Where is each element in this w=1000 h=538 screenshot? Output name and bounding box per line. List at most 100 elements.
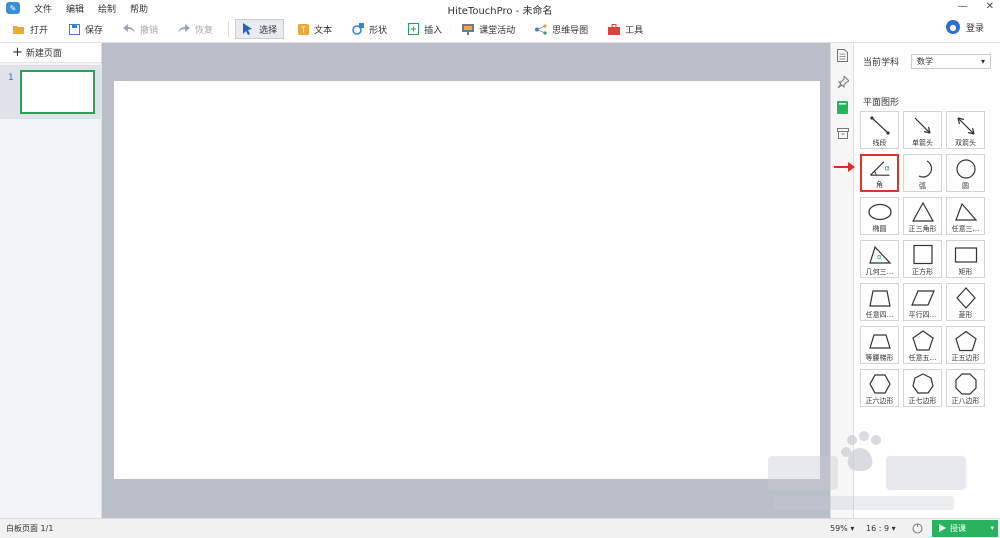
shape-rhombus[interactable]: 菱形: [946, 283, 985, 321]
shape-any-triangle[interactable]: 任意三...: [946, 197, 985, 235]
shape-square[interactable]: 正方形: [903, 240, 942, 278]
present-button[interactable]: 授课 ▾: [932, 520, 998, 537]
shape-label: 正三角形: [908, 225, 937, 233]
shape-arc[interactable]: 弧: [903, 154, 942, 192]
subject-label: 当前学科: [863, 58, 900, 68]
subject-select[interactable]: 数学 ▾: [911, 54, 992, 69]
shape-segment[interactable]: 线段: [860, 111, 899, 149]
trapezoid-icon: [868, 334, 891, 349]
menu-edit[interactable]: 编辑: [66, 2, 84, 15]
shape-label: 正六边形: [865, 397, 894, 405]
shape-label: 任意三...: [951, 225, 980, 233]
page-number: 1: [8, 73, 14, 83]
shape-label: 等腰梯形: [865, 354, 894, 362]
whiteboard-slide[interactable]: [114, 81, 820, 479]
new-page-button[interactable]: + 新建页面: [0, 43, 101, 63]
shape-regular-pentagon[interactable]: 正五边形: [946, 326, 985, 364]
redo-button[interactable]: 恢复: [171, 19, 220, 39]
regular-pentagon-icon: [954, 330, 977, 352]
insert-label: 插入: [424, 25, 443, 36]
segment-icon: [869, 116, 890, 135]
mindmap-button[interactable]: 思维导图: [528, 19, 595, 39]
shape-label: 圆: [962, 182, 969, 190]
shape-isosceles-trapezoid[interactable]: 等腰梯形: [860, 326, 899, 364]
annotation-arrow-icon: [834, 162, 855, 172]
rhombus-icon: [955, 287, 976, 309]
hexagon-icon: [868, 374, 891, 394]
tools-button[interactable]: 工具: [601, 19, 650, 39]
page-thumbnail-item[interactable]: 1: [0, 65, 102, 119]
subject-value: 数学: [917, 57, 934, 66]
pentagon-icon: [911, 330, 934, 351]
rectangle-icon: [954, 247, 977, 263]
menu-draw[interactable]: 绘制: [98, 2, 116, 15]
side-icon-strip: [830, 43, 854, 518]
shape-double-arrow[interactable]: 双箭头: [946, 111, 985, 149]
classroom-icon: [462, 23, 475, 35]
minimize-icon[interactable]: —: [958, 1, 968, 12]
shape-rectangle[interactable]: 矩形: [946, 240, 985, 278]
close-icon[interactable]: ✕: [986, 1, 994, 12]
plus-icon: +: [12, 45, 23, 60]
canvas-area: [102, 43, 830, 518]
shape-single-arrow[interactable]: 单箭头: [903, 111, 942, 149]
undo-icon: [123, 23, 136, 35]
shape-library-panel: 当前学科 数学 ▾ 平面图形 线段 单箭头 双箭头 α 角 弧 圆 椭圆 正三角…: [854, 43, 1000, 518]
shape-label: 正八边形: [951, 397, 980, 405]
shape-regular-octagon[interactable]: 正八边形: [946, 369, 985, 407]
shape-ellipse[interactable]: 椭圆: [860, 197, 899, 235]
shape-angle[interactable]: α 角: [860, 154, 899, 192]
undo-button[interactable]: 撤销: [116, 19, 165, 39]
shape-geometric-triangle[interactable]: α 几何三...: [860, 240, 899, 278]
page-list-panel: + 新建页面 1: [0, 43, 102, 518]
shape-label: 正五边形: [951, 354, 980, 362]
zoom-select[interactable]: 59% ▾: [830, 524, 854, 533]
shape-any-pentagon[interactable]: 任意五...: [903, 326, 942, 364]
parallelogram-icon: [910, 290, 935, 306]
save-button[interactable]: 保存: [61, 19, 110, 39]
open-label: 打开: [30, 25, 49, 36]
select-button[interactable]: 选择: [235, 19, 285, 39]
activity-button[interactable]: 课堂活动: [455, 19, 522, 39]
document-icon[interactable]: [836, 49, 849, 62]
shape-button[interactable]: 形状: [345, 19, 394, 39]
pin-icon[interactable]: [836, 75, 849, 88]
text-button[interactable]: T 文本: [290, 19, 339, 39]
shape-equilateral-triangle[interactable]: 正三角形: [903, 197, 942, 235]
insert-button[interactable]: 插入: [400, 19, 449, 39]
shape-circle[interactable]: 圆: [946, 154, 985, 192]
shape-parallelogram[interactable]: 平行四...: [903, 283, 942, 321]
cursor-icon: [242, 23, 254, 35]
refresh-icon[interactable]: [912, 523, 923, 534]
insert-icon: [407, 23, 419, 35]
text-icon: T: [297, 23, 309, 35]
aspect-ratio-select[interactable]: 16 : 9 ▾: [866, 524, 896, 533]
svg-text:T: T: [300, 25, 306, 34]
open-button[interactable]: 打开: [6, 19, 55, 39]
svg-text:α: α: [884, 163, 889, 172]
shape-regular-heptagon[interactable]: 正七边形: [903, 369, 942, 407]
login-button[interactable]: ● 登录: [945, 20, 984, 34]
shape-label: 菱形: [958, 311, 973, 319]
quadrilateral-icon: [868, 290, 891, 307]
circle-icon: [955, 159, 976, 179]
shape-regular-hexagon[interactable]: 正六边形: [860, 369, 899, 407]
shape-icon: [352, 23, 365, 35]
page-thumbnail[interactable]: [20, 70, 95, 114]
menu-file[interactable]: 文件: [34, 2, 52, 15]
archive-icon[interactable]: [836, 127, 849, 140]
shape-grid: 线段 单箭头 双箭头 α 角 弧 圆 椭圆 正三角形 任意三... α 几何三.…: [860, 111, 994, 407]
shape-label: 单箭头: [912, 139, 933, 147]
equilateral-triangle-icon: [911, 201, 934, 222]
play-icon: [939, 524, 946, 532]
undo-label: 撤销: [140, 25, 159, 36]
chevron-down-icon[interactable]: ▾: [990, 524, 994, 532]
menu-help[interactable]: 帮助: [130, 2, 148, 15]
section-title: 平面图形: [863, 98, 900, 108]
book-icon[interactable]: [836, 101, 849, 114]
geometric-triangle-icon: α: [868, 245, 891, 264]
shape-any-quadrilateral[interactable]: 任意四...: [860, 283, 899, 321]
shape-label: 双箭头: [955, 139, 976, 147]
ratio-value: 16 : 9: [866, 524, 890, 533]
toolbox-icon: [608, 23, 621, 35]
